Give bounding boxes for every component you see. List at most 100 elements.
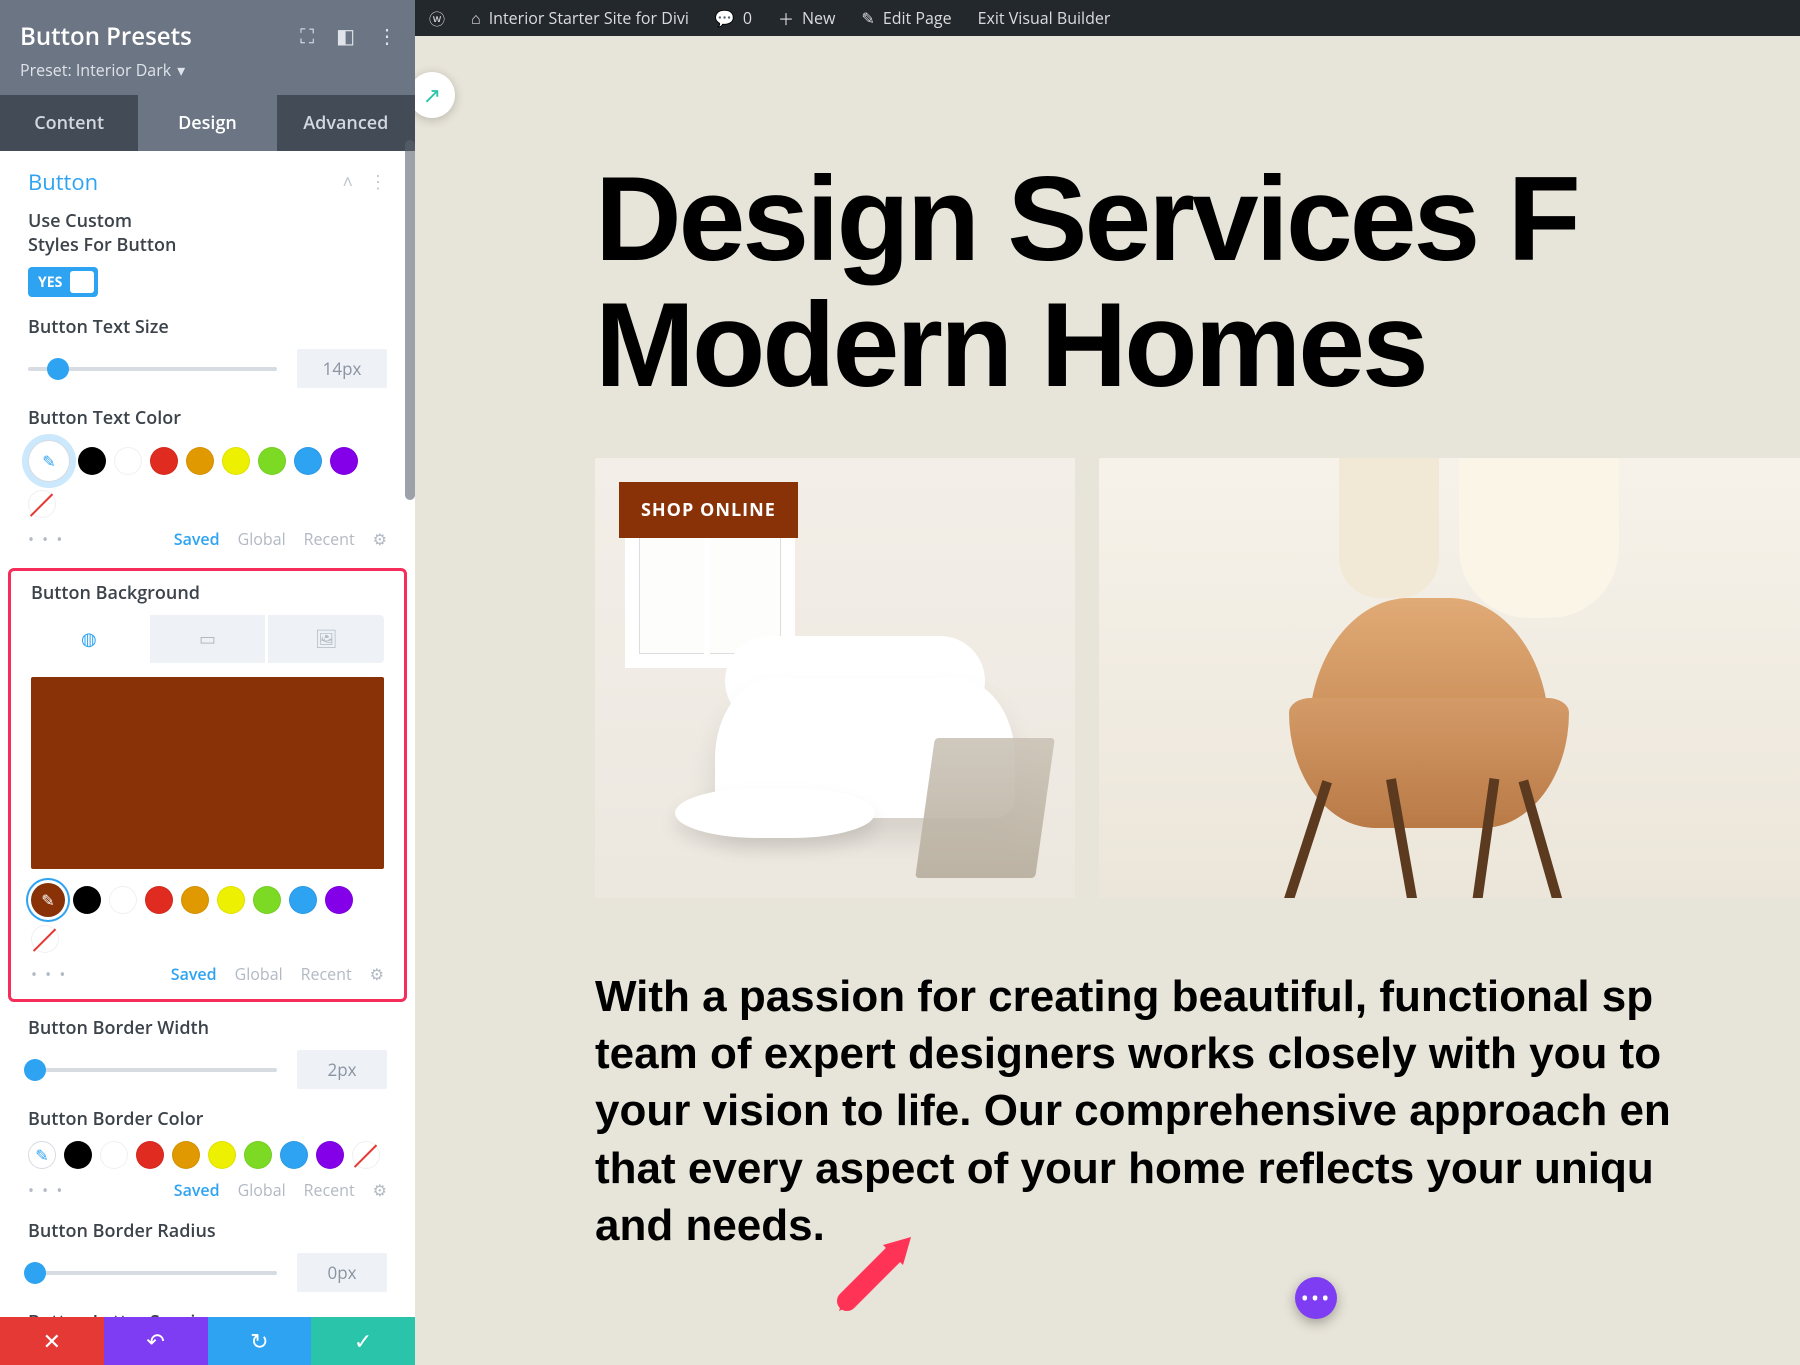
swatch-black[interactable] bbox=[64, 1141, 92, 1169]
use-custom-toggle[interactable]: YES bbox=[28, 267, 98, 297]
border-width-slider[interactable] bbox=[28, 1068, 277, 1072]
palette-saved[interactable]: Saved bbox=[174, 1179, 220, 1201]
section-more-icon[interactable]: ⋮ bbox=[369, 170, 387, 194]
swatch-red[interactable] bbox=[145, 886, 173, 914]
text-size-slider[interactable] bbox=[28, 367, 277, 371]
more-dots-icon[interactable]: • • • bbox=[28, 1179, 64, 1201]
column-icon[interactable]: ◧ bbox=[336, 22, 355, 49]
more-dots-icon[interactable]: • • • bbox=[28, 528, 64, 550]
text-size-group: Button Text Size 14px bbox=[0, 315, 415, 406]
comments-link[interactable]: 💬0 bbox=[715, 7, 752, 29]
bg-tab-color[interactable]: ◍ bbox=[31, 615, 150, 663]
fill-icon: ◍ bbox=[81, 627, 97, 651]
edit-page-link[interactable]: ✎Edit Page bbox=[861, 7, 951, 29]
plus-icon: ＋ bbox=[778, 6, 794, 30]
arrow-icon: ↗ bbox=[423, 80, 441, 110]
border-color-tabs: • • • Saved Global Recent ⚙ bbox=[28, 1179, 387, 1201]
palette-recent[interactable]: Recent bbox=[304, 1179, 355, 1201]
pipette-icon[interactable]: ✎ bbox=[28, 1141, 56, 1169]
more-dots-icon[interactable]: • • • bbox=[31, 963, 67, 985]
new-link[interactable]: ＋New bbox=[778, 6, 835, 30]
swatch-green[interactable] bbox=[253, 886, 281, 914]
swatch-blue[interactable] bbox=[294, 447, 322, 475]
swatch-black[interactable] bbox=[73, 886, 101, 914]
slider-thumb[interactable] bbox=[47, 358, 69, 380]
swatch-none[interactable] bbox=[352, 1141, 380, 1169]
body-text: With a passion for creating beautiful, f… bbox=[595, 968, 1800, 1254]
undo-button[interactable]: ↶ bbox=[104, 1317, 208, 1365]
swatch-red[interactable] bbox=[136, 1141, 164, 1169]
tab-content[interactable]: Content bbox=[0, 95, 138, 151]
button-background-highlight: Button Background ◍ ▭ 🖼 ✎ • • • bbox=[8, 568, 407, 1002]
dots-icon: ••• bbox=[1301, 1283, 1332, 1313]
swatch-blue[interactable] bbox=[280, 1141, 308, 1169]
swatch-white[interactable] bbox=[100, 1141, 128, 1169]
palette-recent[interactable]: Recent bbox=[304, 528, 355, 550]
palette-saved[interactable]: Saved bbox=[171, 963, 217, 985]
slider-thumb[interactable] bbox=[24, 1059, 46, 1081]
text-size-label: Button Text Size bbox=[28, 315, 387, 339]
chevron-up-icon[interactable]: ˄ bbox=[342, 170, 353, 194]
gear-icon[interactable]: ⚙ bbox=[373, 528, 387, 550]
swatch-green[interactable] bbox=[258, 447, 286, 475]
bg-tab-gradient[interactable]: ▭ bbox=[150, 615, 269, 663]
swatch-purple[interactable] bbox=[330, 447, 358, 475]
palette-global[interactable]: Global bbox=[238, 528, 286, 550]
tab-design[interactable]: Design bbox=[138, 95, 276, 151]
more-icon[interactable]: ⋮ bbox=[377, 22, 397, 49]
bg-tab-image[interactable]: 🖼 bbox=[268, 615, 384, 663]
swatch-red[interactable] bbox=[150, 447, 178, 475]
swatch-blue[interactable] bbox=[289, 886, 317, 914]
border-width-value[interactable]: 2px bbox=[297, 1050, 387, 1089]
swatch-yellow[interactable] bbox=[222, 447, 250, 475]
bg-color-tabs: • • • Saved Global Recent ⚙ bbox=[31, 963, 384, 985]
wp-logo[interactable]: ⓦ bbox=[429, 6, 445, 30]
shop-online-button[interactable]: SHOP ONLINE bbox=[619, 482, 798, 538]
palette-recent[interactable]: Recent bbox=[301, 963, 352, 985]
text-size-value[interactable]: 14px bbox=[297, 349, 387, 388]
palette-global[interactable]: Global bbox=[238, 1179, 286, 1201]
site-name[interactable]: ⌂Interior Starter Site for Divi bbox=[471, 7, 689, 29]
cancel-button[interactable]: ✕ bbox=[0, 1317, 104, 1365]
expand-icon[interactable]: ⛶ bbox=[300, 22, 314, 49]
panel-scroll[interactable]: Button ˄ ⋮ Use Custom Styles For Button … bbox=[0, 151, 415, 1317]
hanging-bag bbox=[1339, 458, 1439, 598]
save-button[interactable]: ✓ bbox=[311, 1317, 415, 1365]
builder-fab[interactable]: ••• bbox=[1295, 1277, 1337, 1319]
border-width-label: Button Border Width bbox=[28, 1016, 387, 1040]
palette-saved[interactable]: Saved bbox=[174, 528, 220, 550]
swatch-none[interactable] bbox=[28, 490, 56, 518]
swatch-yellow[interactable] bbox=[217, 886, 245, 914]
swatch-none[interactable] bbox=[31, 925, 59, 953]
swatch-orange[interactable] bbox=[181, 886, 209, 914]
pipette-icon[interactable]: ✎ bbox=[28, 440, 70, 482]
text-color-label: Button Text Color bbox=[28, 406, 387, 430]
bg-color-preview[interactable] bbox=[31, 677, 384, 869]
redo-button[interactable]: ↻ bbox=[208, 1317, 312, 1365]
exit-builder-link[interactable]: Exit Visual Builder bbox=[978, 7, 1111, 29]
gear-icon[interactable]: ⚙ bbox=[373, 1179, 387, 1201]
section-button[interactable]: Button ˄ ⋮ bbox=[0, 151, 415, 209]
tab-advanced[interactable]: Advanced bbox=[277, 95, 415, 151]
swatch-purple[interactable] bbox=[316, 1141, 344, 1169]
gear-icon[interactable]: ⚙ bbox=[370, 963, 384, 985]
swatch-white[interactable] bbox=[109, 886, 137, 914]
swatch-yellow[interactable] bbox=[208, 1141, 236, 1169]
text-color-group: Button Text Color ✎ • • • Saved Global R… bbox=[0, 406, 415, 568]
swatch-purple[interactable] bbox=[325, 886, 353, 914]
swatch-black[interactable] bbox=[78, 447, 106, 475]
swatch-white[interactable] bbox=[114, 447, 142, 475]
letter-spacing-group: Button Letter Spacing 0px bbox=[0, 1310, 415, 1317]
swatch-green[interactable] bbox=[244, 1141, 272, 1169]
border-radius-value[interactable]: 0px bbox=[297, 1253, 387, 1292]
scrollbar[interactable] bbox=[405, 140, 415, 500]
pipette-selected-icon[interactable]: ✎ bbox=[31, 883, 65, 917]
hero-line-2: Modern Homes bbox=[595, 278, 1426, 412]
preset-selector[interactable]: Preset: Interior Dark ▾ bbox=[20, 59, 395, 81]
swatch-orange[interactable] bbox=[186, 447, 214, 475]
slider-thumb[interactable] bbox=[24, 1262, 46, 1284]
border-radius-slider[interactable] bbox=[28, 1271, 277, 1275]
bg-label: Button Background bbox=[31, 581, 384, 605]
palette-global[interactable]: Global bbox=[235, 963, 283, 985]
swatch-orange[interactable] bbox=[172, 1141, 200, 1169]
